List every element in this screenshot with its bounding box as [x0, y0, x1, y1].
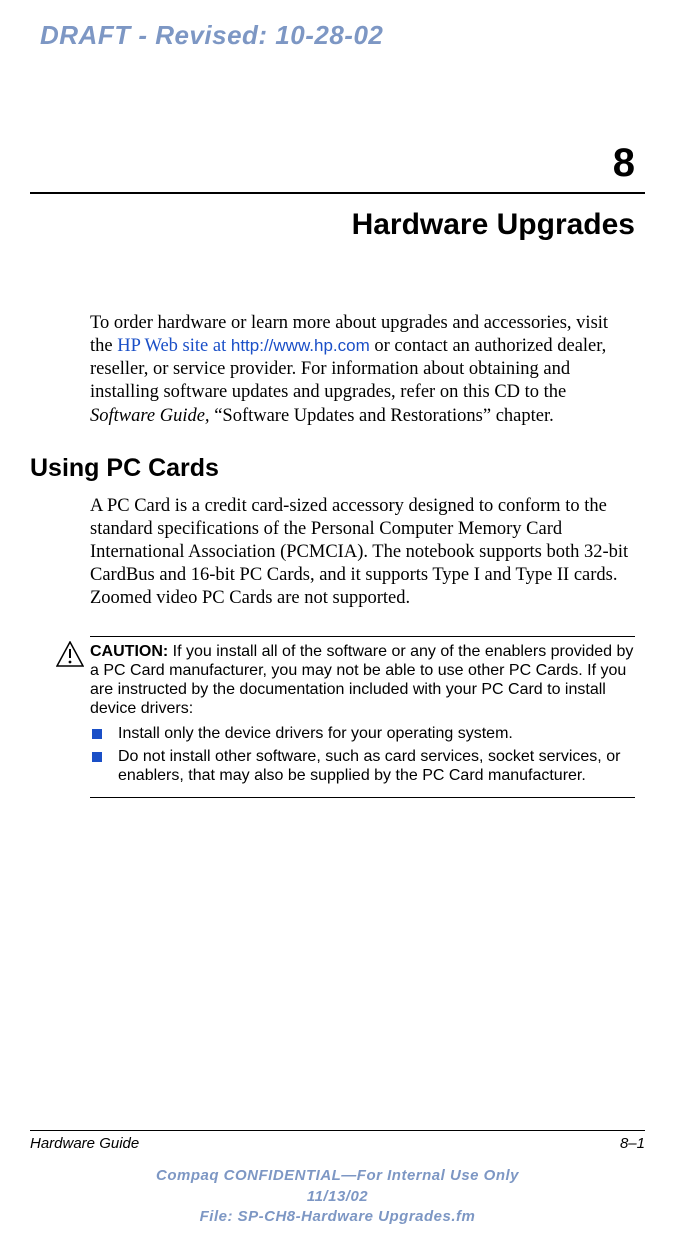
draft-banner: DRAFT - Revised: 10-28-02 — [40, 20, 645, 51]
footer-doc-title: Hardware Guide — [30, 1135, 139, 1152]
caution-text: CAUTION: If you install all of the softw… — [90, 643, 635, 719]
software-guide-ref: Software Guide, — [90, 406, 210, 426]
section-body: A PC Card is a credit card-sized accesso… — [90, 495, 635, 611]
bullet-icon — [92, 729, 102, 739]
list-item: Install only the device drivers for your… — [90, 725, 635, 744]
page-footer: Hardware Guide 8–1 Compaq CONFIDENTIAL—F… — [30, 1130, 645, 1227]
caution-label: CAUTION: — [90, 643, 168, 660]
footer-rule — [30, 1130, 645, 1131]
hp-link-text: HP Web site at — [117, 336, 231, 356]
intro-paragraph: To order hardware or learn more about up… — [90, 312, 635, 428]
caution-body: If you install all of the software or an… — [90, 643, 633, 717]
caution-triangle-icon — [56, 641, 84, 673]
chapter-number: 8 — [30, 141, 635, 186]
hp-link[interactable]: HP Web site at http://www.hp.com — [117, 336, 370, 356]
caution-block: CAUTION: If you install all of the softw… — [90, 636, 635, 798]
footer-page-number: 8–1 — [620, 1135, 645, 1152]
footer-row: Hardware Guide 8–1 — [30, 1135, 645, 1152]
chapter-rule — [30, 192, 645, 194]
confidential-line3: File: SP-CH8-Hardware Upgrades.fm — [30, 1207, 645, 1227]
confidential-block: Compaq CONFIDENTIAL—For Internal Use Onl… — [30, 1166, 645, 1227]
bullet-text: Do not install other software, such as c… — [118, 748, 620, 784]
confidential-line2: 11/13/02 — [30, 1187, 645, 1207]
intro-post2: “Software Updates and Restorations” chap… — [210, 406, 554, 426]
caution-bullet-list: Install only the device drivers for your… — [90, 725, 635, 786]
chapter-title: Hardware Upgrades — [30, 208, 635, 242]
hp-link-url: http://www.hp.com — [231, 336, 370, 355]
list-item: Do not install other software, such as c… — [90, 748, 635, 786]
bullet-icon — [92, 752, 102, 762]
bullet-text: Install only the device drivers for your… — [118, 725, 513, 742]
section-heading-using-pc-cards: Using PC Cards — [30, 454, 645, 483]
confidential-line1: Compaq CONFIDENTIAL—For Internal Use Onl… — [30, 1166, 645, 1186]
